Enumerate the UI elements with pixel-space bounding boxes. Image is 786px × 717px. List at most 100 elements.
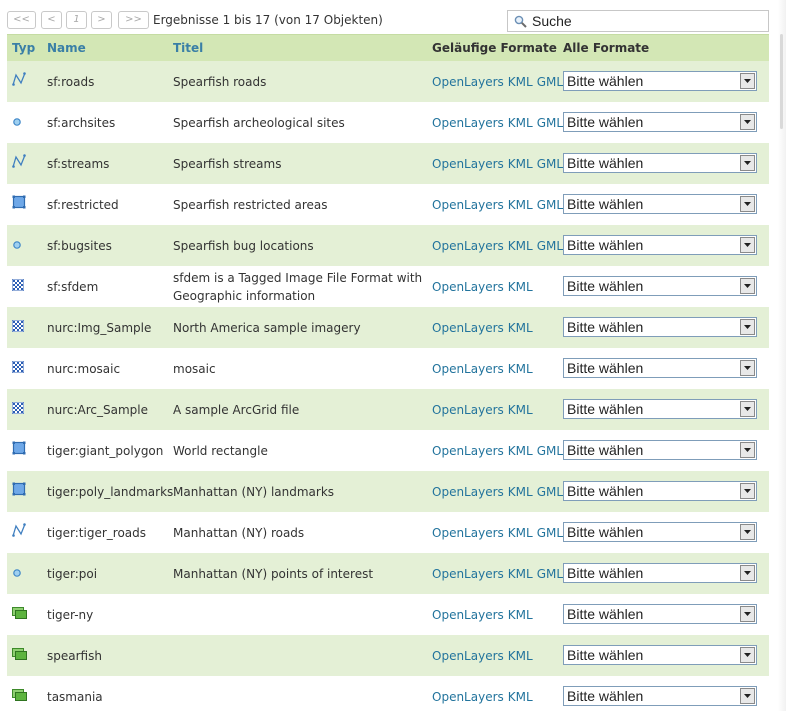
format-link-openlayers[interactable]: OpenLayers [432,319,504,337]
dropdown-arrow-icon[interactable] [740,565,755,581]
dropdown-arrow-icon[interactable] [740,73,755,89]
column-header-title[interactable]: Titel [173,40,425,56]
format-link-kml[interactable]: KML [508,278,533,296]
all-formats-select[interactable]: Bitte wählen [563,317,757,337]
format-link-kml[interactable]: KML [508,688,533,706]
layer-name: sf:restricted [47,197,119,212]
format-link-kml[interactable]: KML [508,524,533,542]
next-page-button[interactable]: > [91,11,112,29]
all-formats-select[interactable]: Bitte wählen [563,235,757,255]
page-number-button[interactable]: 1 [66,11,87,29]
scrollbar-thumb[interactable] [780,34,783,129]
format-link-kml[interactable]: KML [508,483,533,501]
format-link-openlayers[interactable]: OpenLayers [432,114,504,132]
dropdown-arrow-icon[interactable] [740,647,755,663]
format-link-openlayers[interactable]: OpenLayers [432,237,504,255]
format-link-kml[interactable]: KML [508,319,533,337]
format-link-kml[interactable]: KML [508,114,533,132]
layer-type-cell [12,512,42,553]
all-formats-select[interactable]: Bitte wählen [563,522,757,542]
all-formats-select[interactable]: Bitte wählen [563,563,757,583]
format-link-gml[interactable]: GML [537,196,563,214]
format-link-openlayers[interactable]: OpenLayers [432,483,504,501]
table-row: nurc:Img_Sample North America sample imag… [7,307,769,348]
layer-name: tiger:poi [47,566,98,581]
format-link-gml[interactable]: GML [537,483,563,501]
all-formats-select[interactable]: Bitte wählen [563,153,757,173]
format-link-kml[interactable]: KML [508,196,533,214]
format-link-gml[interactable]: GML [537,442,563,460]
column-header-typ[interactable]: Typ [12,40,35,56]
all-formats-select[interactable]: Bitte wählen [563,399,757,419]
search-icon [514,15,527,28]
format-link-gml[interactable]: GML [537,73,563,91]
format-link-gml[interactable]: GML [537,237,563,255]
all-formats-select[interactable]: Bitte wählen [563,112,757,132]
last-page-button[interactable]: >> [118,11,149,29]
format-link-kml[interactable]: KML [508,73,533,91]
layer-type-cell [12,102,42,143]
dropdown-arrow-icon[interactable] [740,196,755,212]
table-row: tiger:poi Manhattan (NY) points of intere… [7,553,769,594]
dropdown-arrow-icon[interactable] [740,483,755,499]
format-link-openlayers[interactable]: OpenLayers [432,278,504,296]
search-box[interactable] [507,10,769,32]
dropdown-arrow-icon[interactable] [740,360,755,376]
format-link-openlayers[interactable]: OpenLayers [432,73,504,91]
all-formats-select[interactable]: Bitte wählen [563,71,757,91]
format-link-gml[interactable]: GML [537,114,563,132]
format-link-kml[interactable]: KML [508,155,533,173]
first-page-button[interactable]: << [7,11,36,29]
dropdown-arrow-icon[interactable] [740,319,755,335]
format-link-openlayers[interactable]: OpenLayers [432,565,504,583]
common-formats-links: OpenLayers KML GML [432,61,563,102]
select-value: Bitte wählen [567,114,644,130]
format-link-openlayers[interactable]: OpenLayers [432,196,504,214]
format-link-openlayers[interactable]: OpenLayers [432,155,504,173]
all-formats-select[interactable]: Bitte wählen [563,604,757,624]
format-link-gml[interactable]: GML [537,155,563,173]
format-link-kml[interactable]: KML [508,565,533,583]
layer-name: sf:sfdem [47,279,99,294]
all-formats-select[interactable]: Bitte wählen [563,194,757,214]
dropdown-arrow-icon[interactable] [740,155,755,171]
layer-preview-table: Typ Name Titel Geläufige Formate Alle Fo… [7,34,769,717]
format-link-kml[interactable]: KML [508,442,533,460]
format-link-kml[interactable]: KML [508,237,533,255]
dropdown-arrow-icon[interactable] [740,606,755,622]
format-link-openlayers[interactable]: OpenLayers [432,647,504,665]
format-link-kml[interactable]: KML [508,606,533,624]
raster-icon [11,319,25,337]
all-formats-select[interactable]: Bitte wählen [563,440,757,460]
layergroup-icon [12,606,27,624]
all-formats-select[interactable]: Bitte wählen [563,686,757,706]
dropdown-arrow-icon[interactable] [740,114,755,130]
format-link-kml[interactable]: KML [508,401,533,419]
format-link-gml[interactable]: GML [537,565,563,583]
search-input[interactable] [532,12,762,30]
format-link-openlayers[interactable]: OpenLayers [432,360,504,378]
prev-page-button[interactable]: < [41,11,62,29]
format-link-openlayers[interactable]: OpenLayers [432,524,504,542]
format-link-openlayers[interactable]: OpenLayers [432,401,504,419]
all-formats-select[interactable]: Bitte wählen [563,645,757,665]
format-link-openlayers[interactable]: OpenLayers [432,606,504,624]
format-link-openlayers[interactable]: OpenLayers [432,688,504,706]
all-formats-select[interactable]: Bitte wählen [563,276,757,296]
dropdown-arrow-icon[interactable] [740,524,755,540]
dropdown-arrow-icon[interactable] [740,401,755,417]
layer-name: sf:streams [47,156,110,171]
dropdown-arrow-icon[interactable] [740,688,755,704]
format-link-kml[interactable]: KML [508,360,533,378]
column-header-name[interactable]: Name [47,40,172,56]
format-link-gml[interactable]: GML [537,524,563,542]
dropdown-arrow-icon[interactable] [740,237,755,253]
format-link-openlayers[interactable]: OpenLayers [432,442,504,460]
all-formats-select[interactable]: Bitte wählen [563,358,757,378]
format-link-kml[interactable]: KML [508,647,533,665]
all-formats-select[interactable]: Bitte wählen [563,481,757,501]
point-icon [12,237,22,255]
dropdown-arrow-icon[interactable] [740,442,755,458]
layer-title: Spearfish roads [173,74,267,89]
dropdown-arrow-icon[interactable] [740,278,755,294]
